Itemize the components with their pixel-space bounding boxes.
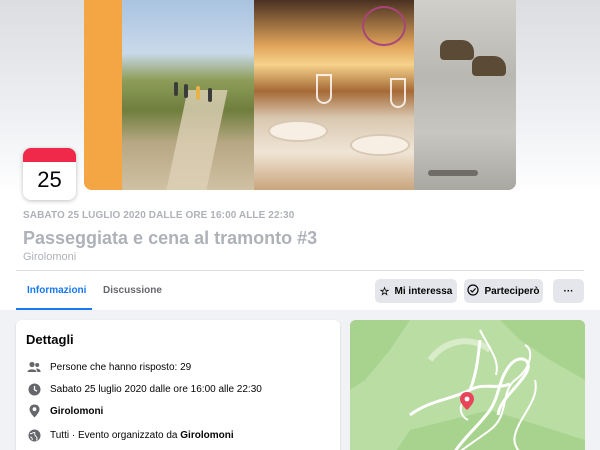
hiker [196,86,200,100]
privacy-text: Tutti · Evento organizzato da [50,429,181,441]
clock-icon [26,383,42,396]
globe-icon [26,429,42,442]
map-graphic [350,320,585,450]
location-link[interactable]: Girolomoni [50,406,103,417]
hiker [184,84,188,98]
event-title: Passeggiata e cena al tramonto #3 [23,228,318,248]
cover-orange-strip [84,0,122,190]
wine-glass [390,78,406,108]
going-label: Parteciperò [484,285,540,297]
cover-boots-photo [414,0,516,190]
location-pin-icon [26,404,42,418]
hiker [208,88,212,102]
cover-hiking-photo [122,0,254,190]
active-tab-indicator [16,308,92,310]
event-location[interactable]: Girolomoni [23,251,76,263]
tab-informazioni[interactable]: Informazioni [27,285,86,296]
plate [268,120,328,142]
tab-discussione[interactable]: Discussione [103,285,162,296]
more-options-button[interactable]: ··· [553,279,584,303]
wine-glass [316,74,332,104]
responded-row: Persone che hanno risposto: 29 [26,358,191,376]
responded-text[interactable]: Persone che hanno risposto: 29 [50,362,191,373]
people-icon [26,361,42,373]
datetime-row: Sabato 25 luglio 2020 dalle ore 16:00 al… [26,380,262,398]
hiker [174,82,178,96]
privacy-row: Tutti · Evento organizzato da Girolomoni [26,426,234,444]
cover-dinner-photo [254,0,414,190]
check-circle-icon [467,283,480,299]
boot [472,56,506,76]
signature [428,170,478,176]
interested-button[interactable]: ☆ Mi interessa [375,279,457,303]
datetime-text: Sabato 25 luglio 2020 dalle ore 16:00 al… [50,383,262,395]
details-heading: Dettagli [26,332,74,347]
more-icon: ··· [563,285,574,297]
plate [350,134,410,156]
gaia-logo [362,6,406,46]
trail [166,90,228,190]
details-card: Dettagli Persone che hanno risposto: 29 … [16,320,340,450]
interested-label: Mi interessa [394,285,453,297]
calendar-date-badge: 25 [23,148,76,200]
divider [16,270,584,271]
boot [440,40,474,60]
event-map[interactable] [350,320,585,450]
calendar-header [23,148,76,162]
star-icon: ☆ [379,285,390,298]
organizer-link[interactable]: Girolomoni [180,430,233,441]
location-row: Girolomoni [26,402,103,420]
cover-photo[interactable] [84,0,516,190]
event-day: 25 [37,167,62,192]
going-button[interactable]: Parteciperò [464,279,543,303]
event-header: 25 SABATO 25 LUGLIO 2020 DALLE ORE 16:00… [0,0,600,310]
event-datetime: SABATO 25 LUGLIO 2020 DALLE ORE 16:00 AL… [23,210,295,221]
